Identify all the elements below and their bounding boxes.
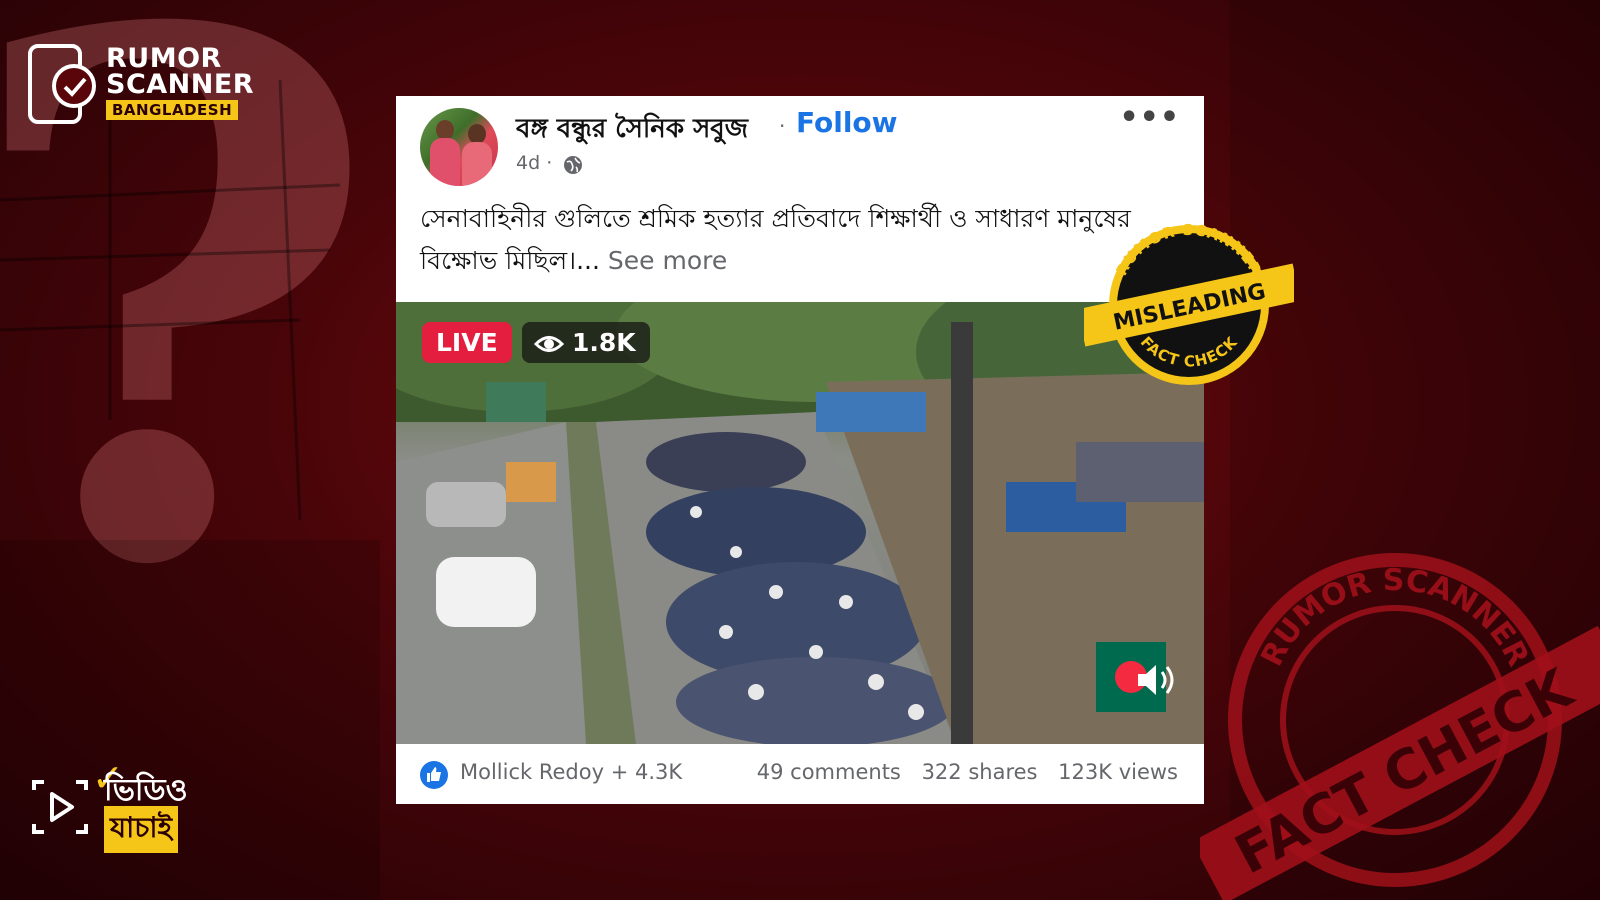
rumor-scanner-logo: RUMOR SCANNER BANGLADESH — [28, 44, 254, 130]
video-badge-word2: যাচাই — [104, 806, 179, 853]
follow-button[interactable]: Follow — [796, 106, 898, 139]
engagement-stats: 49 comments 322 shares 123K views — [743, 760, 1178, 784]
comments-count[interactable]: 49 comments — [757, 760, 901, 784]
check-icon — [52, 64, 96, 108]
fact-check-stamp: RUMOR SCANNER FACT CHECK — [1200, 553, 1600, 900]
post-body: সেনাবাহিনীর গুলিতে শ্রমিক হত্যার প্রতিবা… — [420, 204, 1131, 275]
video-frame-scene — [396, 302, 1204, 744]
video-check-badge: ✓ ভিডিও যাচাই — [30, 756, 210, 853]
globe-icon — [564, 156, 582, 174]
shares-count[interactable]: 322 shares — [922, 760, 1038, 784]
views-count[interactable]: 123K views — [1058, 760, 1178, 784]
logo-subtitle: BANGLADESH — [106, 100, 239, 120]
viewer-count-badge: 1.8K — [522, 322, 650, 363]
misleading-badge: RUMOR SCANNER MISLEADING FACT CHECK — [1084, 221, 1294, 385]
page-name[interactable]: বঙ্গ বন্ধুর সৈনিক সবুজ — [516, 108, 748, 152]
name-separator: · — [779, 114, 786, 138]
svg-text:RUMOR SCANNER: RUMOR SCANNER — [1255, 563, 1536, 672]
facebook-post-card: বঙ্গ বন্ধুর সৈনিক সবুজ · Follow ••• 4d ·… — [396, 96, 1204, 804]
like-icon — [420, 761, 448, 789]
more-options-button[interactable]: ••• — [1119, 100, 1180, 135]
live-video-player[interactable]: LIVE 1.8K — [396, 302, 1204, 744]
see-more-link[interactable]: See more — [608, 246, 727, 275]
post-footer: Mollick Redoy + 4.3K 49 comments 322 sha… — [396, 744, 1204, 804]
logo-title: RUMOR SCANNER — [106, 43, 255, 100]
meta-separator: · — [546, 152, 553, 174]
post-meta: 4d · — [516, 152, 552, 174]
avatar[interactable] — [420, 108, 498, 186]
stamp-label: FACT CHECK — [1225, 656, 1584, 887]
viewer-count: 1.8K — [572, 328, 636, 357]
sound-icon[interactable] — [1134, 660, 1182, 700]
live-badge: LIVE — [422, 322, 512, 363]
reactions-summary[interactable]: Mollick Redoy + 4.3K — [460, 760, 682, 784]
post-text: সেনাবাহিনীর গুলিতে শ্রমিক হত্যার প্রতিবা… — [420, 198, 1140, 282]
play-icon — [32, 780, 88, 834]
post-time[interactable]: 4d — [516, 152, 540, 174]
stamp-ring-text: RUMOR SCANNER — [1255, 563, 1536, 672]
eye-icon — [533, 336, 565, 352]
